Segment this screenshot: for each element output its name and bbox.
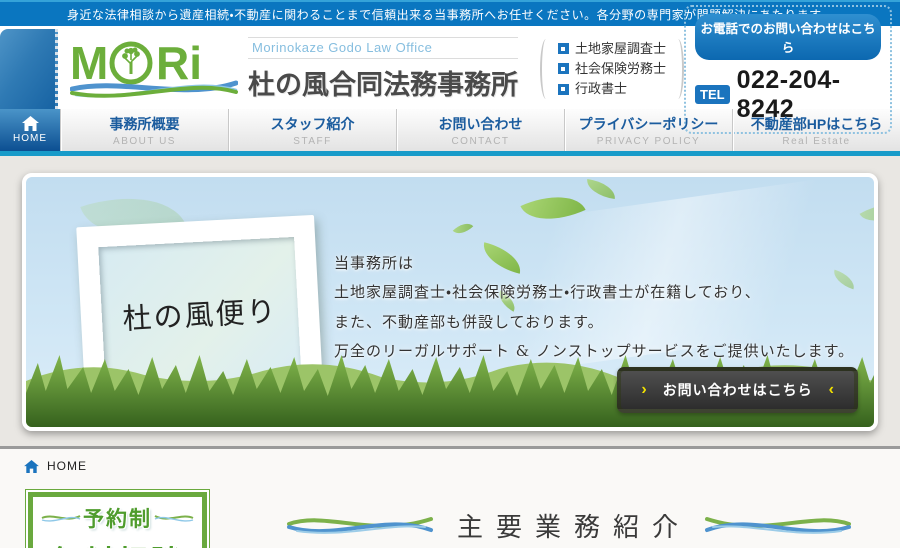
phone-cta-button[interactable]: お電話でのお問い合わせはこちら (695, 13, 881, 60)
hero-contact-button[interactable]: › お問い合わせはこちら ‹ (617, 367, 858, 413)
nav-home-label: HOME (13, 133, 47, 144)
nav-label-en: Real Estate (782, 135, 851, 147)
hero-line: 土地家屋調査士・社会保険労務士・行政書士が在籍しており、 (334, 283, 761, 302)
mori-logo-graphic: M Ri (69, 37, 239, 98)
certification-label: 土地家屋調査士 (574, 40, 666, 56)
square-bullet-icon (557, 43, 569, 55)
hero-line: また、不動産部も併設しております。 (334, 312, 604, 331)
home-icon (24, 459, 39, 473)
office-names: Morinokaze Godo Law Office 杜の風合同法務事務所 (248, 36, 518, 102)
certification-item: 土地家屋調査士 (557, 39, 666, 59)
wave-swoosh-left-icon (287, 516, 433, 534)
wave-icon (41, 515, 81, 522)
certification-item: 行政書士 (557, 79, 666, 99)
promo-line1: 予約制 (37, 503, 198, 533)
logo-part1: M (70, 37, 108, 89)
certification-item: 社会保険労務士 (557, 59, 666, 79)
nav-home[interactable]: HOME (0, 109, 60, 151)
office-name-en: Morinokaze Godo Law Office (248, 36, 518, 59)
nav-label-jp: 事務所概要 (109, 115, 180, 132)
square-bullet-icon (557, 83, 569, 95)
tel-badge: TEL (695, 85, 730, 104)
site-header: M Ri Morinokaze Godo Law Office 杜の風合同法務事… (0, 4, 900, 134)
hero-band: 杜の風便り 当事務所は 土地家屋調査士・社会保険労務士・行政書士が在籍しており、… (0, 156, 900, 449)
logo-wave-icon (69, 80, 239, 98)
nav-item-contact[interactable]: お問い合わせ CONTACT (396, 109, 564, 151)
nav-item-staff[interactable]: スタッフ紹介 STAFF (228, 109, 396, 151)
promo-label-1: 予約制 (83, 508, 152, 531)
square-bullet-icon (557, 63, 569, 75)
hero-contact-label: お問い合わせはこちら (662, 382, 813, 398)
paren-left-decoration (539, 38, 552, 99)
logo-part2: Ri (156, 37, 202, 89)
section-title: 主要業務紹介 (457, 513, 692, 542)
breadcrumb-home[interactable]: HOME (47, 459, 87, 473)
nav-item-about[interactable]: 事務所概要 ABOUT US (60, 109, 228, 151)
certification-label: 行政書士 (574, 81, 627, 97)
certification-list: 土地家屋調査士 社会保険労務士 行政書士 (539, 38, 684, 99)
promo-label-2: 無料相談 (37, 537, 198, 548)
nav-item-privacy[interactable]: プライバシーポリシー PRIVACY POLICY (564, 109, 732, 151)
paren-right-decoration (672, 38, 684, 99)
header-corner-decoration (0, 29, 58, 109)
breadcrumb: HOME (0, 449, 900, 473)
wave-icon (154, 515, 194, 522)
chevron-left-icon: ‹ (828, 381, 834, 398)
free-consultation-banner[interactable]: 予約制 無料相談 (25, 489, 210, 548)
page-content: HOME 予約制 無料相談 主要業務紹介 (0, 449, 900, 548)
nav-label-en: CONTACT (451, 135, 510, 147)
chevron-right-icon: › (641, 381, 647, 398)
nav-label-en: STAFF (293, 135, 332, 147)
nav-label-jp: 不動産部HPはこちら (750, 115, 883, 132)
nav-item-realestate[interactable]: 不動産部HPはこちら Real Estate (732, 109, 900, 151)
section-heading: 主要業務紹介 (285, 507, 853, 544)
certification-label: 社会保険労務士 (574, 60, 666, 76)
hero-visual: 杜の風便り 当事務所は 土地家屋調査士・社会保険労務士・行政書士が在籍しており、… (22, 173, 878, 431)
nav-label-jp: お問い合わせ (438, 115, 523, 132)
wave-swoosh-right-icon (705, 516, 852, 534)
tree-icon (122, 47, 140, 74)
office-name-jp: 杜の風合同法務事務所 (248, 69, 518, 100)
hero-line: 当事務所は (334, 254, 415, 272)
nav-label-en: ABOUT US (113, 135, 176, 147)
main-nav: HOME 事務所概要 ABOUT US スタッフ紹介 STAFF お問い合わせ … (0, 109, 900, 156)
nav-label-jp: スタッフ紹介 (270, 115, 355, 132)
mori-logo[interactable]: M Ri (69, 34, 239, 105)
free-consultation-inner: 予約制 無料相談 (28, 492, 207, 548)
nav-label-jp: プライバシーポリシー (578, 115, 719, 132)
nav-label-en: PRIVACY POLICY (596, 135, 701, 147)
frame-title: 杜の風便り (121, 293, 279, 336)
home-icon (21, 116, 39, 131)
leaf-icon (585, 178, 617, 200)
